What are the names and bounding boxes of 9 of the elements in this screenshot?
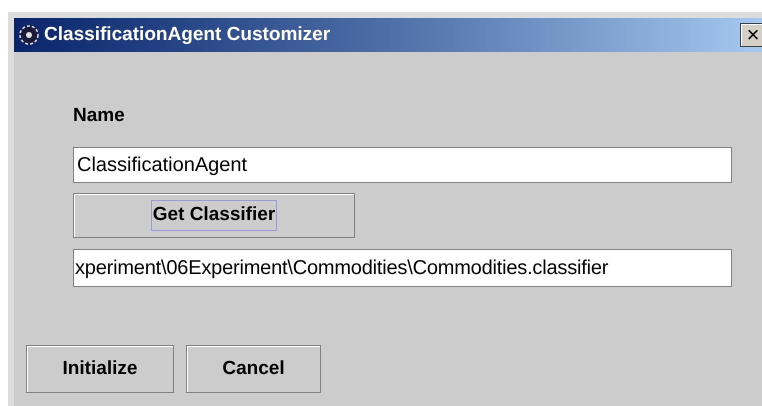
classifier-path-field[interactable]: xperiment\06Experiment\Commodities\Commodities.classifier xyxy=(73,249,732,287)
dialog-button[interactable]: Cancel xyxy=(186,345,321,393)
name-label: Name xyxy=(73,106,126,125)
get-classifier-button[interactable]: Get Classifier xyxy=(73,193,355,238)
app-icon xyxy=(18,24,40,46)
close-button[interactable]: × xyxy=(740,23,762,47)
name-field[interactable]: ClassificationAgent xyxy=(73,147,732,183)
window-title: ClassificationAgent Customizer xyxy=(44,22,330,47)
dialog-button[interactable]: Initialize xyxy=(26,345,174,393)
